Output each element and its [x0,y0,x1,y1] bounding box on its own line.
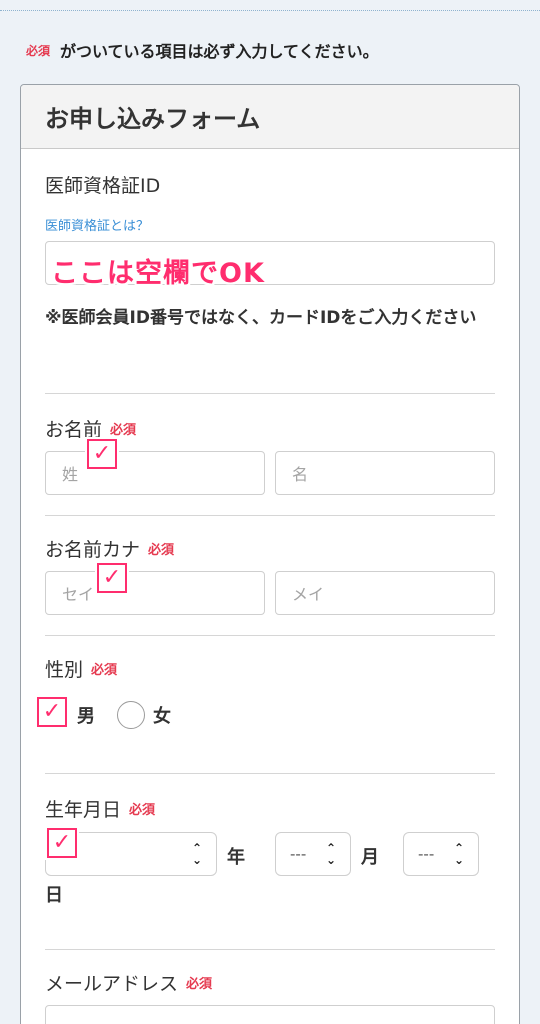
email-label-text: メールアドレス [45,973,179,995]
form-title: お申し込みフォーム [21,85,519,149]
updown-chevron-icon: ⌃ ⌄ [325,841,336,867]
required-badge: 必須 [148,543,175,558]
required-badge: 必須 [91,663,118,678]
birthday-label-text: 生年月日 [45,799,122,821]
divider [45,515,495,516]
birth-day-select[interactable]: --- ⌃ ⌄ [403,832,479,876]
last-name-kana-input[interactable]: セイ [45,571,265,615]
required-badge: 必須 [110,423,137,438]
check-annotation-icon: ✓ [97,563,127,593]
birth-month-select[interactable]: --- ⌃ ⌄ [275,832,351,876]
check-annotation-icon: ✓ [47,828,77,858]
gender-male-label[interactable]: 男 [77,702,95,728]
license-info-link[interactable]: 医師資格証とは？ [45,215,149,234]
email-label: メールアドレス 必須 [45,969,212,996]
required-badge: 必須 [129,803,156,818]
application-form: お申し込みフォーム 医師資格証ID 医師資格証とは？ ここは空欄でOK ※医師会… [20,84,520,1024]
check-annotation-icon: ✓ [87,439,117,469]
email-input[interactable] [45,1005,495,1024]
license-id-label-text: 医師資格証ID [45,175,161,197]
birthday-label: 生年月日 必須 [45,795,155,822]
updown-chevron-icon: ⌃ ⌄ [191,841,202,867]
divider [45,949,495,950]
first-name-input[interactable]: 名 [275,451,495,495]
birth-month-value: --- [290,845,307,863]
gender-label-text: 性別 [45,659,84,681]
required-badge: 必須 [186,977,213,992]
first-name-kana-input[interactable]: メイ [275,571,495,615]
required-badge: 必須 [26,43,51,58]
name-label: お名前 必須 [45,415,136,442]
birth-day-value: --- [418,845,435,863]
top-divider [0,10,540,11]
annotation-leave-blank: ここは空欄でOK [51,258,265,289]
gender-label: 性別 必須 [45,655,117,682]
day-unit: 日 [45,885,63,906]
license-id-note: ※医師会員ID番号ではなく、カードIDをご入力ください [45,308,477,328]
divider [45,773,495,774]
divider [45,635,495,636]
gender-female-label[interactable]: 女 [153,702,171,728]
kana-label-text: お名前カナ [45,539,141,561]
month-unit: 月 [361,847,379,868]
required-notice: 必須 がついている項目は必ず入力してください。 [26,38,379,62]
required-notice-text: がついている項目は必ず入力してください。 [60,42,379,61]
name-label-text: お名前 [45,419,103,441]
divider [45,393,495,394]
last-name-input[interactable]: 姓 [45,451,265,495]
year-unit: 年 [227,847,245,868]
license-id-label: 医師資格証ID [45,171,160,198]
updown-chevron-icon: ⌃ ⌄ [453,841,464,867]
gender-female-radio[interactable] [117,701,145,729]
kana-label: お名前カナ 必須 [45,535,174,562]
check-annotation-icon: ✓ [37,697,67,727]
